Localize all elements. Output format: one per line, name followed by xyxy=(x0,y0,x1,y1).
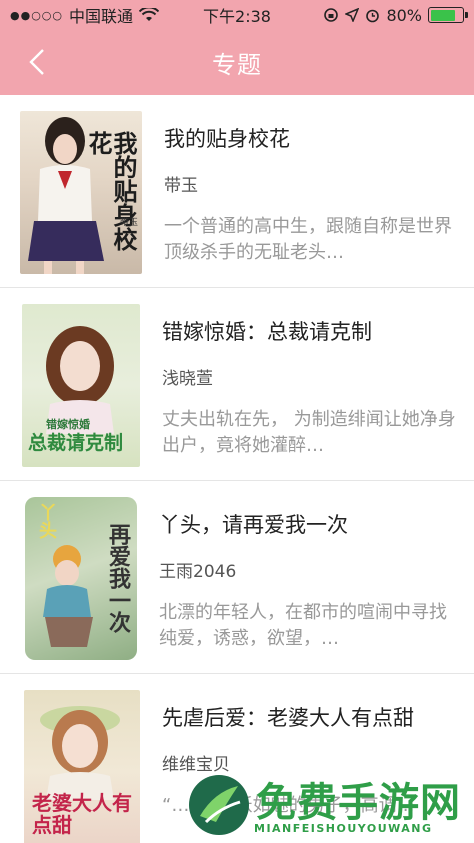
cover-title: 总裁请克制 xyxy=(28,432,124,454)
book-title: 丫头，请再爱我一次 xyxy=(159,513,348,537)
book-cover: 老婆大人有点甜 xyxy=(24,690,140,843)
battery-percent: 80% xyxy=(386,5,422,25)
book-list: 我的贴身校花 带玉 我的贴身校花 带玉 一个普通的高中生，跟随自称是世界顶级杀手… xyxy=(0,95,474,843)
wifi-icon xyxy=(139,8,160,21)
book-description: “…”如…妖如魅的男子，高调… xyxy=(162,795,415,816)
alarm-icon xyxy=(366,9,380,22)
book-cover: 我的贴身校花 带玉 xyxy=(20,111,142,274)
cover-title: 我的贴身校花 xyxy=(84,131,138,251)
signal-icon: ●●○○○ xyxy=(10,8,63,22)
book-list-item[interactable]: 我的贴身校花 带玉 我的贴身校花 带玉 一个普通的高中生，跟随自称是世界顶级杀手… xyxy=(0,95,474,288)
clock: 下午2:38 xyxy=(203,7,271,26)
cover-subtitle: 丫头 xyxy=(36,503,57,539)
battery-icon xyxy=(428,7,468,23)
page-title: 专题 xyxy=(212,51,262,79)
nav-bar: 专题 xyxy=(0,30,474,95)
book-title: 我的贴身校花 xyxy=(164,127,290,151)
book-author: 王雨2046 xyxy=(159,562,237,582)
book-author: 维维宝贝 xyxy=(162,755,230,775)
book-list-item[interactable]: 老婆大人有点甜 先虐后爱：老婆大人有点甜 维维宝贝 “…”如…妖如魅的男子，高调… xyxy=(0,674,474,843)
cover-author: 带玉 xyxy=(119,218,138,228)
cover-title: 再爱我一次 xyxy=(105,523,131,633)
back-button[interactable] xyxy=(28,47,58,77)
carrier-label: 中国联通 xyxy=(69,7,134,26)
rotation-lock-icon xyxy=(324,8,339,22)
battery-level-fill xyxy=(430,9,456,21)
book-description: 丈夫出轨在先， 为制造绯闻让她净身出户，竟将她灌醉… xyxy=(162,409,456,456)
book-author: 带玉 xyxy=(164,176,198,196)
book-list-item[interactable]: 错嫁惊婚 总裁请克制 错嫁惊婚：总裁请克制 浅晓萱 丈夫出轨在先， 为制造绯闻让… xyxy=(0,288,474,481)
book-title: 错嫁惊婚：总裁请克制 xyxy=(162,320,372,344)
status-bar: ●●○○○ 中国联通 下午2:38 80% xyxy=(0,0,474,30)
book-list-item[interactable]: 丫头 再爱我一次 丫头，请再爱我一次 王雨2046 北漂的年轻人，在都市的喧闹中… xyxy=(0,481,474,674)
book-cover: 丫头 再爱我一次 xyxy=(25,497,137,660)
book-title: 先虐后爱：老婆大人有点甜 xyxy=(162,706,414,730)
chevron-left-icon xyxy=(29,49,44,75)
book-description: 一个普通的高中生，跟随自称是世界顶级杀手的无耻老头… xyxy=(164,216,452,263)
book-description: 北漂的年轻人，在都市的喧闹中寻找纯爱，诱惑，欲望，… xyxy=(159,602,447,649)
book-author: 浅晓萱 xyxy=(162,369,213,389)
location-icon xyxy=(345,8,360,22)
cover-title: 老婆大人有点甜 xyxy=(32,791,132,837)
book-cover: 错嫁惊婚 总裁请克制 xyxy=(22,304,140,467)
